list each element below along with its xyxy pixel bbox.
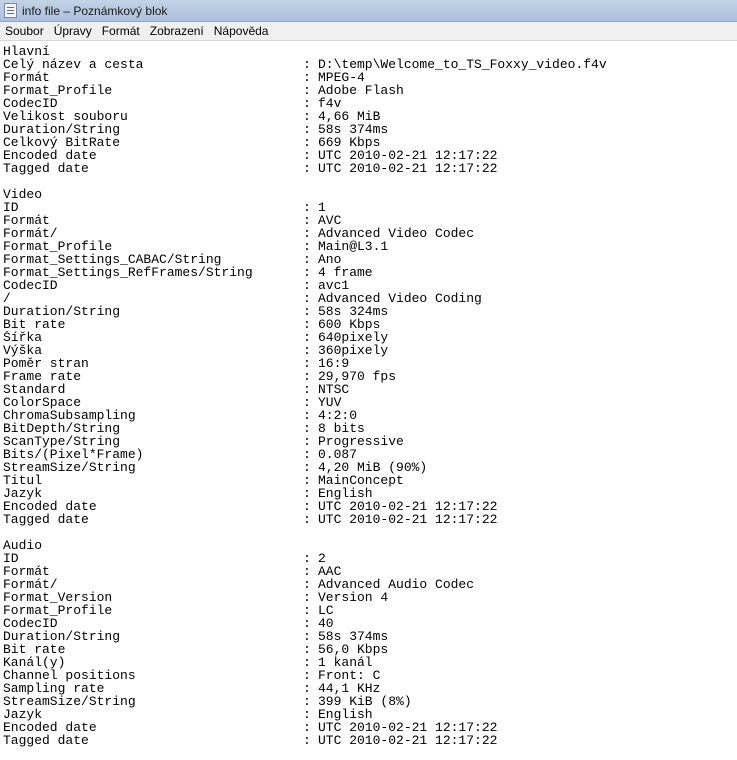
info-key: Poměr stran	[3, 357, 89, 370]
info-key: Format_Profile	[3, 604, 113, 617]
info-key: Formát	[3, 565, 50, 578]
info-row: Format_Settings_RefFrames/String:4 frame	[3, 266, 737, 279]
info-row: Format_Version: Version 4	[3, 591, 737, 604]
info-row: ScanType/String: Progressive	[3, 435, 737, 448]
info-row: Standard: NTSC	[3, 383, 737, 396]
info-key: Duration/String	[3, 630, 121, 643]
info-key: Celý název a cesta	[3, 58, 144, 71]
info-key: Format_Settings_CABAC/String	[3, 253, 222, 266]
menu-format[interactable]: Formát	[97, 23, 145, 40]
info-key: Formát/	[3, 227, 58, 240]
menu-view[interactable]: Zobrazení	[145, 23, 209, 40]
info-row: ID:1	[3, 201, 737, 214]
info-row: Tagged date: UTC 2010-02-21 12:17:22	[3, 734, 737, 747]
info-key: ID	[3, 552, 19, 565]
info-key: Frame rate	[3, 370, 82, 383]
info-row: Frame rate:29,970 fps	[3, 370, 737, 383]
info-key: BitDepth/String	[3, 422, 121, 435]
info-row: Format_Profile: LC	[3, 604, 737, 617]
info-key: ChromaSubsampling	[3, 409, 136, 422]
info-key: Formát	[3, 214, 50, 227]
info-key: Šířka	[3, 331, 43, 344]
info-key: Velikost souboru	[3, 110, 128, 123]
info-key: Bit rate	[3, 318, 66, 331]
info-key: ScanType/String	[3, 435, 121, 448]
separator: :	[303, 512, 311, 527]
info-key: Formát/	[3, 578, 58, 591]
info-key: Encoded date	[3, 500, 97, 513]
info-key: Jazyk	[3, 487, 43, 500]
info-value: UTC 2010-02-21 12:17:22	[318, 161, 498, 176]
info-key: Tagged date	[3, 162, 89, 175]
separator: :	[303, 161, 311, 176]
info-key: Tagged date	[3, 734, 89, 747]
info-key: /	[3, 292, 11, 305]
info-key: Format_Settings_RefFrames/String	[3, 266, 253, 279]
info-row: Celý název a cesta: D:\temp\Welcome_to_TS…	[3, 58, 737, 71]
info-key: Bits/(Pixel*Frame)	[3, 448, 144, 461]
info-row: ColorSpace: YUV	[3, 396, 737, 409]
notepad-icon	[4, 3, 17, 18]
window-title: info file – Poznámkový blok	[22, 4, 168, 18]
document-text: Hlavní Celý název a cesta: D:\temp\Welcome…	[0, 42, 737, 747]
info-key: CodecID	[3, 617, 58, 630]
info-key: Channel positions	[3, 669, 136, 682]
info-key: ColorSpace	[3, 396, 82, 409]
info-row: Tagged date: UTC 2010-02-21 12:17:22	[3, 513, 737, 526]
info-row: Tagged date: UTC 2010-02-21 12:17:22	[3, 162, 737, 175]
info-key: Duration/String	[3, 305, 121, 318]
menu-edit[interactable]: Úpravy	[49, 23, 97, 40]
info-key: Standard	[3, 383, 66, 396]
info-key: Titul	[3, 474, 43, 487]
info-key: Tagged date	[3, 513, 89, 526]
info-key: Format_Profile	[3, 84, 113, 97]
info-key: Výška	[3, 344, 43, 357]
info-key: Encoded date	[3, 721, 97, 734]
info-key: Sampling rate	[3, 682, 105, 695]
info-key: Formát	[3, 71, 50, 84]
info-key: StreamSize/String	[3, 461, 136, 474]
info-row: ChromaSubsampling:4:2:0	[3, 409, 737, 422]
menu-bar: Soubor Úpravy Formát Zobrazení Nápověda	[0, 22, 737, 41]
info-row: ID:2	[3, 552, 737, 565]
text-editor-area[interactable]: Hlavní Celý název a cesta: D:\temp\Welcome…	[0, 42, 737, 760]
title-bar[interactable]: info file – Poznámkový blok	[0, 0, 737, 22]
info-row: Výška:360pixely	[3, 344, 737, 357]
info-key: Duration/String	[3, 123, 121, 136]
info-key: CodecID	[3, 279, 58, 292]
info-row: Format_Profile: Main@L3.1	[3, 240, 737, 253]
info-key: Bit rate	[3, 643, 66, 656]
section-heading: Video	[3, 187, 43, 202]
info-key: Celkový BitRate	[3, 136, 121, 149]
info-key: Kanál(y)	[3, 656, 66, 669]
info-key: ID	[3, 201, 19, 214]
menu-file[interactable]: Soubor	[0, 23, 49, 40]
info-row: Format_Profile: Adobe Flash	[3, 84, 737, 97]
info-key: Format_Profile	[3, 240, 113, 253]
info-key: Jazyk	[3, 708, 43, 721]
info-value: UTC 2010-02-21 12:17:22	[318, 733, 498, 748]
separator: :	[303, 733, 311, 748]
info-key: StreamSize/String	[3, 695, 136, 708]
info-key: Encoded date	[3, 149, 97, 162]
info-value: UTC 2010-02-21 12:17:22	[318, 512, 498, 527]
menu-help[interactable]: Nápověda	[209, 23, 274, 40]
info-key: Format_Version	[3, 591, 113, 604]
info-key: CodecID	[3, 97, 58, 110]
section-heading: Audio	[3, 538, 43, 553]
